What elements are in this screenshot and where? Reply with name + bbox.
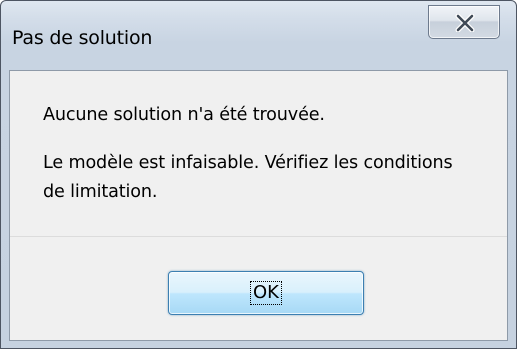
ok-button[interactable]: OK xyxy=(168,271,364,315)
message-line-1: Aucune solution n'a été trouvée. xyxy=(43,105,325,125)
dialog-client-area: Aucune solution n'a été trouvée. Le modè… xyxy=(9,70,508,341)
ok-button-label: OK xyxy=(250,281,282,305)
close-button[interactable] xyxy=(428,5,500,39)
dialog-window: Pas de solution Aucune solution n'a été … xyxy=(0,0,517,349)
button-panel: OK xyxy=(10,237,507,340)
message-panel: Aucune solution n'a été trouvée. Le modè… xyxy=(10,71,507,237)
window-title: Pas de solution xyxy=(12,27,153,49)
close-icon xyxy=(455,14,475,32)
message-line-2: Le modèle est infaisable. Vérifiez les c… xyxy=(43,153,453,202)
